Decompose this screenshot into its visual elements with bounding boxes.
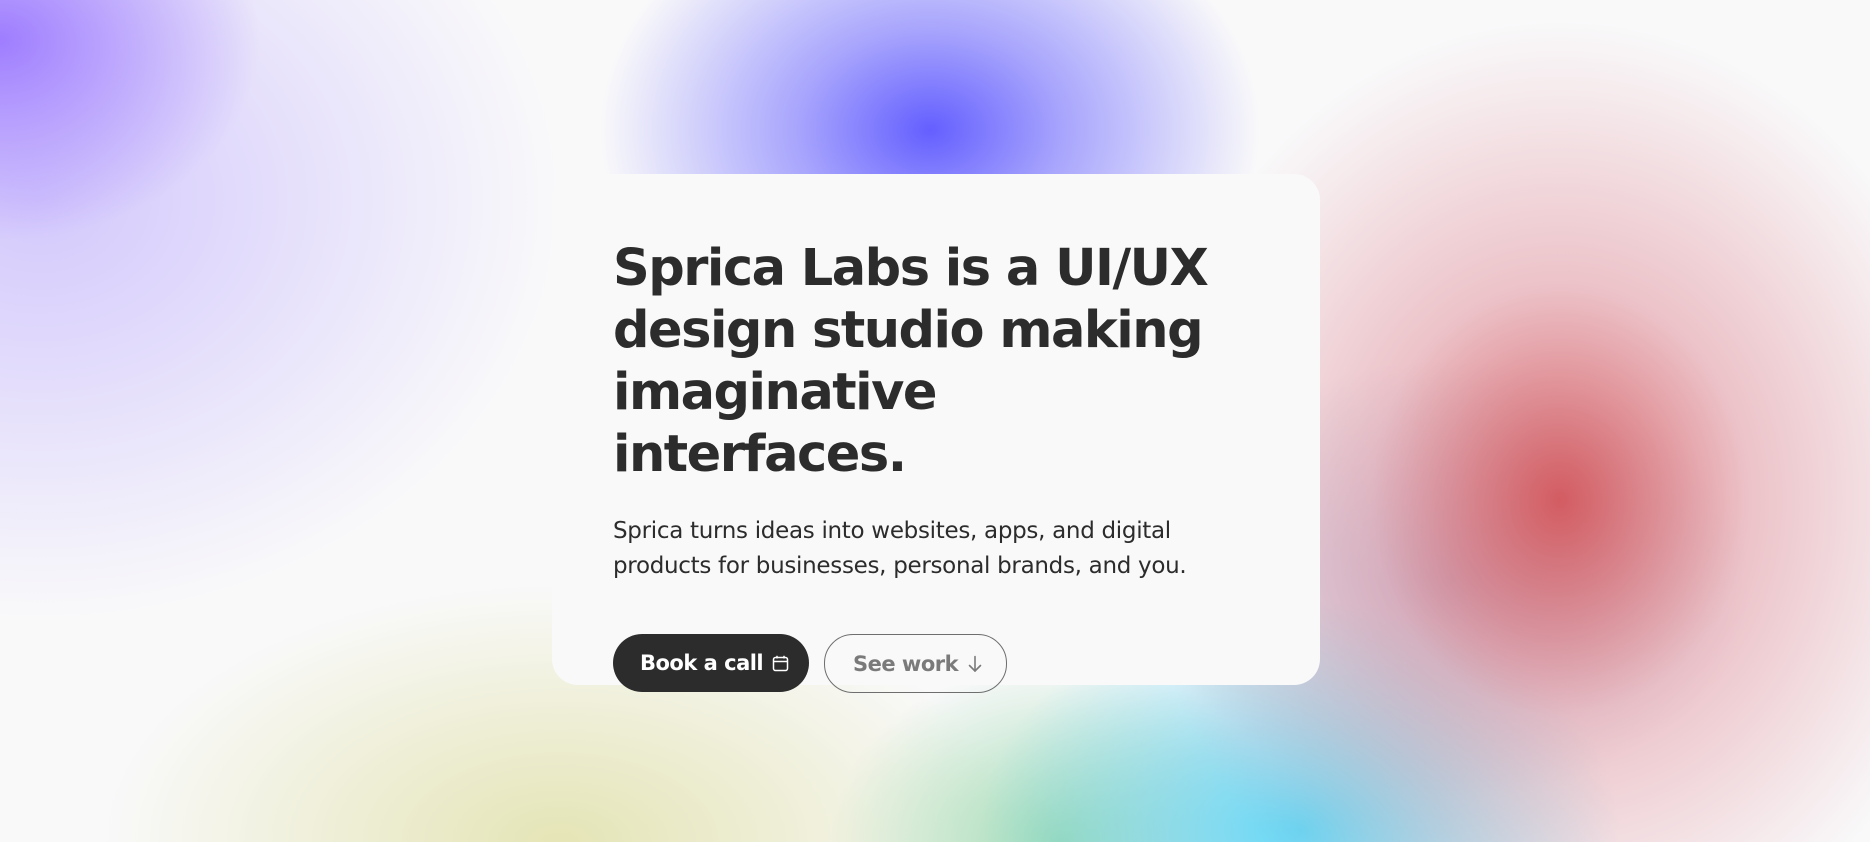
book-call-label: Book a call — [640, 651, 764, 675]
arrow-down-icon — [967, 655, 983, 673]
calendar-icon — [772, 655, 789, 672]
hero-subtitle: Sprica turns ideas into websites, apps, … — [613, 518, 1187, 579]
book-call-button[interactable]: Book a call — [613, 634, 809, 692]
hero-actions: Book a call See work — [613, 634, 1259, 693]
hero-card: Sprica Labs is a UI/UX design studio mak… — [552, 174, 1320, 693]
hero-headline: Sprica Labs is a UI/UX design studio mak… — [613, 239, 1209, 484]
see-work-label: See work — [853, 651, 959, 676]
see-work-button[interactable]: See work — [824, 634, 1007, 693]
